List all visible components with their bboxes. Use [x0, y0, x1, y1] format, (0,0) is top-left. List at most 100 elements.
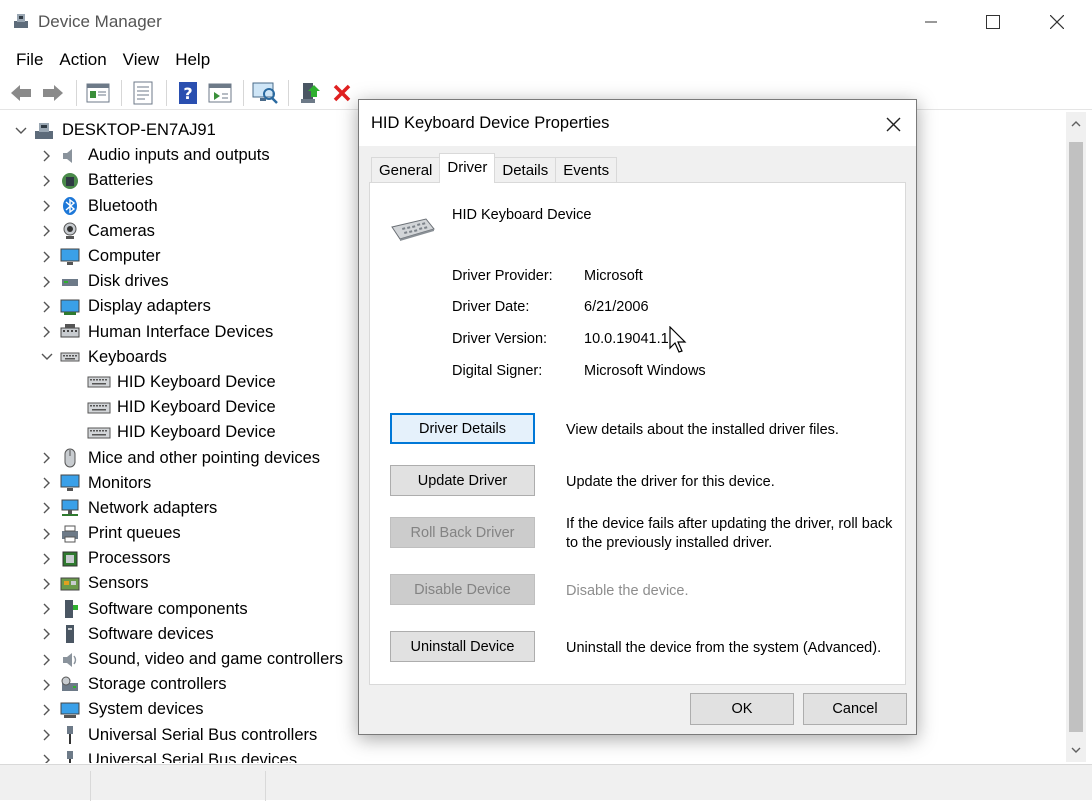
uninstall-device-button[interactable] — [327, 78, 357, 108]
tree-category-software-components[interactable]: Software components — [0, 597, 360, 622]
tree-device-label: HID Keyboard Device — [117, 372, 276, 391]
chevron-right-icon[interactable] — [40, 501, 54, 515]
tree-device-label: HID Keyboard Device — [117, 423, 276, 442]
device-manager-window: Device Manager File Action View Help ? D… — [0, 0, 1092, 801]
scroll-up-icon[interactable] — [1070, 118, 1082, 130]
chevron-right-icon[interactable] — [40, 602, 54, 616]
disable-device-button[interactable]: Disable Device — [390, 574, 535, 605]
back-button[interactable] — [6, 78, 36, 108]
tree-category-audio-inputs-and-outputs[interactable]: Audio inputs and outputs — [0, 143, 360, 168]
tree-category-system-devices[interactable]: System devices — [0, 697, 360, 722]
tree-category-batteries[interactable]: Batteries — [0, 168, 360, 193]
tree-category-computer[interactable]: Computer — [0, 244, 360, 269]
forward-icon — [43, 84, 63, 101]
chevron-right-icon[interactable] — [40, 728, 54, 742]
help-button[interactable]: ? — [173, 78, 203, 108]
chevron-right-icon[interactable] — [40, 653, 54, 667]
tree-category-display-adapters[interactable]: Display adapters — [0, 294, 360, 319]
tree-category-label: Display adapters — [88, 297, 211, 316]
tree-category-universal-serial-bus-controllers[interactable]: Universal Serial Bus controllers — [0, 723, 360, 748]
forward-button[interactable] — [38, 78, 68, 108]
processors-icon — [60, 549, 80, 569]
roll-back-driver-button[interactable]: Roll Back Driver — [390, 517, 535, 548]
chevron-right-icon[interactable] — [40, 174, 54, 188]
update-list-button[interactable] — [128, 78, 158, 108]
human-interface-devices-icon — [60, 322, 80, 342]
tree-category-mice-and-other-pointing-devices[interactable]: Mice and other pointing devices — [0, 445, 360, 470]
tree-category-sensors[interactable]: Sensors — [0, 571, 360, 596]
properties-button[interactable] — [83, 78, 113, 108]
tree-root[interactable]: DESKTOP-EN7AJ91 — [0, 118, 360, 143]
tab-driver[interactable]: Driver — [439, 153, 496, 183]
menu-view[interactable]: View — [115, 46, 168, 74]
tree-category-disk-drives[interactable]: Disk drives — [0, 269, 360, 294]
tree-category-keyboards[interactable]: Keyboards — [0, 345, 360, 370]
tree-device-hid-keyboard[interactable]: HID Keyboard Device — [0, 420, 360, 445]
menu-file[interactable]: File — [0, 46, 51, 74]
chevron-right-icon[interactable] — [40, 476, 54, 490]
chevron-down-icon[interactable] — [14, 124, 28, 138]
driver-details-button[interactable]: Driver Details — [390, 413, 535, 444]
show-hidden-button[interactable] — [205, 78, 235, 108]
tree-category-processors[interactable]: Processors — [0, 546, 360, 571]
tree-scrollbar[interactable] — [1066, 112, 1086, 762]
tab-events[interactable]: Events — [555, 157, 618, 183]
minimize-button[interactable] — [908, 0, 954, 44]
chevron-right-icon[interactable] — [40, 300, 54, 314]
tree-category-cameras[interactable]: Cameras — [0, 219, 360, 244]
enable-device-button[interactable] — [295, 78, 325, 108]
scan-hardware-button[interactable] — [250, 78, 280, 108]
tree-category-print-queues[interactable]: Print queues — [0, 521, 360, 546]
toolbar-separator — [76, 79, 77, 106]
menu-help[interactable]: Help — [167, 46, 218, 74]
maximize-button[interactable] — [970, 0, 1016, 44]
close-window-button[interactable] — [1034, 0, 1080, 44]
sensors-icon — [60, 574, 80, 594]
chevron-right-icon[interactable] — [40, 703, 54, 717]
universal-serial-bus-devices-icon — [60, 750, 80, 763]
batteries-icon — [60, 171, 80, 191]
computer-tower-icon — [34, 121, 54, 141]
cancel-button[interactable]: Cancel — [803, 693, 907, 725]
tree-category-label: Audio inputs and outputs — [88, 146, 270, 165]
tree-category-network-adapters[interactable]: Network adapters — [0, 496, 360, 521]
tree-category-human-interface-devices[interactable]: Human Interface Devices — [0, 320, 360, 345]
chevron-right-icon[interactable] — [40, 552, 54, 566]
tab-general[interactable]: General — [371, 157, 441, 183]
tree-device-hid-keyboard[interactable]: HID Keyboard Device — [0, 370, 360, 395]
bluetooth-icon — [60, 196, 80, 216]
chevron-right-icon[interactable] — [40, 275, 54, 289]
chevron-right-icon[interactable] — [40, 451, 54, 465]
tree-category-software-devices[interactable]: Software devices — [0, 622, 360, 647]
tree-category-storage-controllers[interactable]: Storage controllers — [0, 672, 360, 697]
scroll-down-icon[interactable] — [1070, 744, 1082, 756]
ok-button[interactable]: OK — [690, 693, 794, 725]
svg-text:?: ? — [183, 84, 192, 103]
menu-action[interactable]: Action — [51, 46, 114, 74]
tab-details[interactable]: Details — [494, 157, 557, 183]
update-driver-button[interactable]: Update Driver — [390, 465, 535, 496]
chevron-right-icon[interactable] — [40, 325, 54, 339]
chevron-right-icon[interactable] — [40, 224, 54, 238]
chevron-right-icon[interactable] — [40, 199, 54, 213]
chevron-right-icon[interactable] — [40, 678, 54, 692]
chevron-right-icon[interactable] — [40, 149, 54, 163]
network-adapters-icon — [60, 498, 80, 518]
chevron-right-icon[interactable] — [40, 577, 54, 591]
chevron-right-icon[interactable] — [40, 753, 54, 763]
mouse-cursor-icon — [669, 325, 689, 354]
chevron-right-icon[interactable] — [40, 527, 54, 541]
mice-and-other-pointing-devices-icon — [60, 448, 80, 468]
scrollbar-thumb[interactable] — [1069, 142, 1083, 732]
tree-category-bluetooth[interactable]: Bluetooth — [0, 194, 360, 219]
tree-category-universal-serial-bus-devices[interactable]: Universal Serial Bus devices — [0, 748, 360, 763]
chevron-right-icon[interactable] — [40, 250, 54, 264]
tree-category-monitors[interactable]: Monitors — [0, 471, 360, 496]
tree-category-sound-video-and-game-controllers[interactable]: Sound, video and game controllers — [0, 647, 360, 672]
device-manager-icon — [12, 12, 30, 30]
uninstall-device-button[interactable]: Uninstall Device — [390, 631, 535, 662]
dialog-close-button[interactable] — [875, 108, 911, 140]
chevron-right-icon[interactable] — [40, 627, 54, 641]
chevron-down-icon[interactable] — [40, 350, 54, 364]
tree-device-hid-keyboard[interactable]: HID Keyboard Device — [0, 395, 360, 420]
